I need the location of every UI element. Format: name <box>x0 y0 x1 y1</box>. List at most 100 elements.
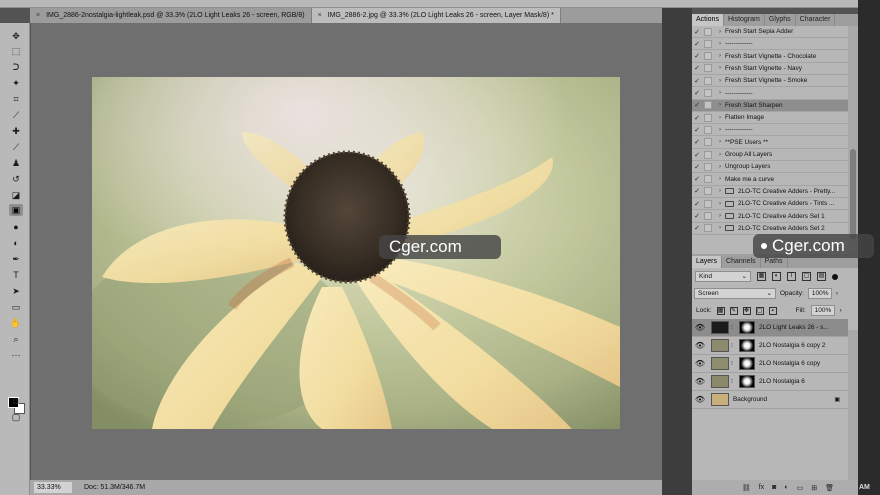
action-row[interactable]: ✓ › Fresh Start Sepia Adder <box>692 26 848 38</box>
layer-row[interactable]: 👁 ⁝ 2LO Light Leaks 26 - s... <box>692 319 848 337</box>
action-row[interactable]: ✓ › 2LO-TC Creative Adders - Pretty... <box>692 186 848 198</box>
dialog-toggle-icon[interactable] <box>704 224 712 233</box>
check-icon[interactable]: ✓ <box>692 64 702 72</box>
expand-caret-icon[interactable]: › <box>715 53 725 59</box>
visibility-eye-icon[interactable]: 👁 <box>694 395 706 404</box>
check-icon[interactable]: ✓ <box>692 101 702 109</box>
layer-filter-select[interactable]: Kind ⌄ <box>695 271 751 282</box>
blur-tool-icon[interactable]: ● <box>9 221 23 233</box>
close-tab-icon[interactable]: × <box>318 12 322 19</box>
pen-tool-icon[interactable]: ✒ <box>9 253 23 265</box>
layers-scrollbar[interactable] <box>848 330 858 490</box>
dialog-toggle-icon[interactable] <box>704 162 712 171</box>
close-tab-icon[interactable]: × <box>36 12 40 19</box>
tab-character[interactable]: Character <box>796 14 836 26</box>
healing-brush-tool-icon[interactable]: ✚ <box>9 125 23 137</box>
shape-filter-icon[interactable]: ▢ <box>802 272 811 281</box>
layer-thumbnail[interactable] <box>711 357 729 370</box>
eyedropper-tool-icon[interactable]: ⟋ <box>9 109 23 121</box>
expand-caret-icon[interactable]: › <box>715 139 725 145</box>
layer-row[interactable]: 👁 ⁝ 2LO Nostalgia 6 copy <box>692 355 848 373</box>
path-selection-tool-icon[interactable]: ➤ <box>9 285 23 297</box>
dialog-toggle-icon[interactable] <box>704 76 712 85</box>
layer-mask-thumbnail[interactable] <box>739 321 755 334</box>
link-layers-icon[interactable]: ⛓ <box>742 484 751 492</box>
dialog-toggle-icon[interactable] <box>704 187 712 196</box>
action-row[interactable]: ✓ › Fresh Start Vignette - Navy <box>692 63 848 75</box>
dialog-toggle-icon[interactable] <box>704 125 712 134</box>
action-row[interactable]: ✓ › 2LO-TC Creative Adders - Tints ... <box>692 198 848 211</box>
type-tool-icon[interactable]: T <box>9 269 23 281</box>
visibility-eye-icon[interactable]: 👁 <box>694 323 706 332</box>
layer-thumbnail[interactable] <box>711 393 729 406</box>
expand-caret-icon[interactable]: › <box>715 164 725 170</box>
clone-stamp-tool-icon[interactable]: ♟ <box>9 157 23 169</box>
layer-row[interactable]: 👁 ⁝ 2LO Nostalgia 6 copy 2 <box>692 337 848 355</box>
dialog-toggle-icon[interactable] <box>704 101 712 110</box>
action-row[interactable]: ✓ › Make me a curve <box>692 174 848 186</box>
expand-caret-icon[interactable]: › <box>715 176 725 182</box>
expand-caret-icon[interactable]: › <box>715 65 725 71</box>
chevron-right-icon[interactable]: › <box>840 308 842 314</box>
check-icon[interactable]: ✓ <box>692 212 702 220</box>
expand-caret-icon[interactable]: › <box>715 213 725 219</box>
filter-toggle-icon[interactable] <box>832 273 838 280</box>
lock-artboard-icon[interactable]: ▢ <box>755 306 764 315</box>
hand-tool-icon[interactable]: ✋ <box>9 317 23 329</box>
action-row[interactable]: ✓ › 2LO-TC Creative Adders Set 1 <box>692 211 848 223</box>
visibility-eye-icon[interactable]: 👁 <box>694 341 706 350</box>
doc-tab-2[interactable]: × IMG_2886-2.jpg @ 33.3% (2LO Light Leak… <box>311 8 561 23</box>
dialog-toggle-icon[interactable] <box>704 113 712 122</box>
adjustment-filter-icon[interactable]: ◐ <box>772 272 781 281</box>
layer-thumbnail[interactable] <box>711 375 729 388</box>
check-icon[interactable]: ✓ <box>692 200 702 208</box>
dialog-toggle-icon[interactable] <box>704 64 712 73</box>
lock-all-icon[interactable]: ▪ <box>768 306 777 315</box>
eraser-tool-icon[interactable]: ◪ <box>9 189 23 201</box>
lock-transparency-icon[interactable]: ▦ <box>716 306 725 315</box>
layer-mask-thumbnail[interactable] <box>739 357 755 370</box>
check-icon[interactable]: ✓ <box>692 28 702 36</box>
expand-caret-icon[interactable]: › <box>715 188 725 194</box>
dialog-toggle-icon[interactable] <box>704 138 712 147</box>
layer-row[interactable]: 👁 Background ▣ <box>692 391 848 409</box>
expand-caret-icon[interactable]: › <box>715 29 725 35</box>
blend-mode-select[interactable]: Screen ⌄ <box>694 288 776 299</box>
expand-caret-icon[interactable]: › <box>715 201 725 207</box>
mask-link-icon[interactable]: ⁝ <box>731 342 736 349</box>
action-row[interactable]: ✓ › Group All Layers <box>692 149 848 161</box>
layer-row[interactable]: 👁 ⁝ 2LO Nostalgia 6 <box>692 373 848 391</box>
dialog-toggle-icon[interactable] <box>704 199 712 208</box>
dialog-toggle-icon[interactable] <box>704 150 712 159</box>
expand-caret-icon[interactable]: › <box>715 90 725 96</box>
move-tool-icon[interactable]: ✥ <box>9 30 23 42</box>
check-icon[interactable]: ✓ <box>692 163 702 171</box>
brush-tool-icon[interactable]: ⟋ <box>9 141 23 153</box>
actions-scroll-thumb[interactable] <box>850 149 856 239</box>
check-icon[interactable]: ✓ <box>692 126 702 134</box>
layer-style-icon[interactable]: fx <box>759 484 764 491</box>
layer-mask-thumbnail[interactable] <box>739 339 755 352</box>
adjustment-layer-icon[interactable]: ◐ <box>784 484 788 491</box>
crop-tool-icon[interactable]: ⌗ <box>9 93 23 105</box>
action-row[interactable]: ✓ › ------------- <box>692 88 848 100</box>
mask-link-icon[interactable]: ⁝ <box>731 360 736 367</box>
zoom-tool-icon[interactable]: ⌕ <box>9 333 23 345</box>
action-row[interactable]: ✓ › 2LO-TC Creative Adders Set 2 <box>692 223 848 235</box>
more-tools-icon[interactable]: ⋯ <box>9 349 23 361</box>
lasso-tool-icon[interactable]: ᑐ <box>9 61 23 73</box>
lock-pixels-icon[interactable]: ✎ <box>729 306 738 315</box>
check-icon[interactable]: ✓ <box>692 77 702 85</box>
check-icon[interactable]: ✓ <box>692 224 702 232</box>
chevron-right-icon[interactable]: › <box>836 291 838 297</box>
dialog-toggle-icon[interactable] <box>704 52 712 61</box>
expand-caret-icon[interactable]: › <box>715 225 725 231</box>
expand-caret-icon[interactable]: › <box>715 102 725 108</box>
add-mask-icon[interactable]: ◙ <box>772 484 776 491</box>
visibility-eye-icon[interactable]: 👁 <box>694 377 706 386</box>
gradient-tool-icon[interactable]: ▣ <box>9 204 23 216</box>
visibility-eye-icon[interactable]: 👁 <box>694 359 706 368</box>
mask-link-icon[interactable]: ⁝ <box>731 378 736 385</box>
tab-layers[interactable]: Layers <box>692 256 723 268</box>
smart-object-filter-icon[interactable]: ▤ <box>817 272 826 281</box>
